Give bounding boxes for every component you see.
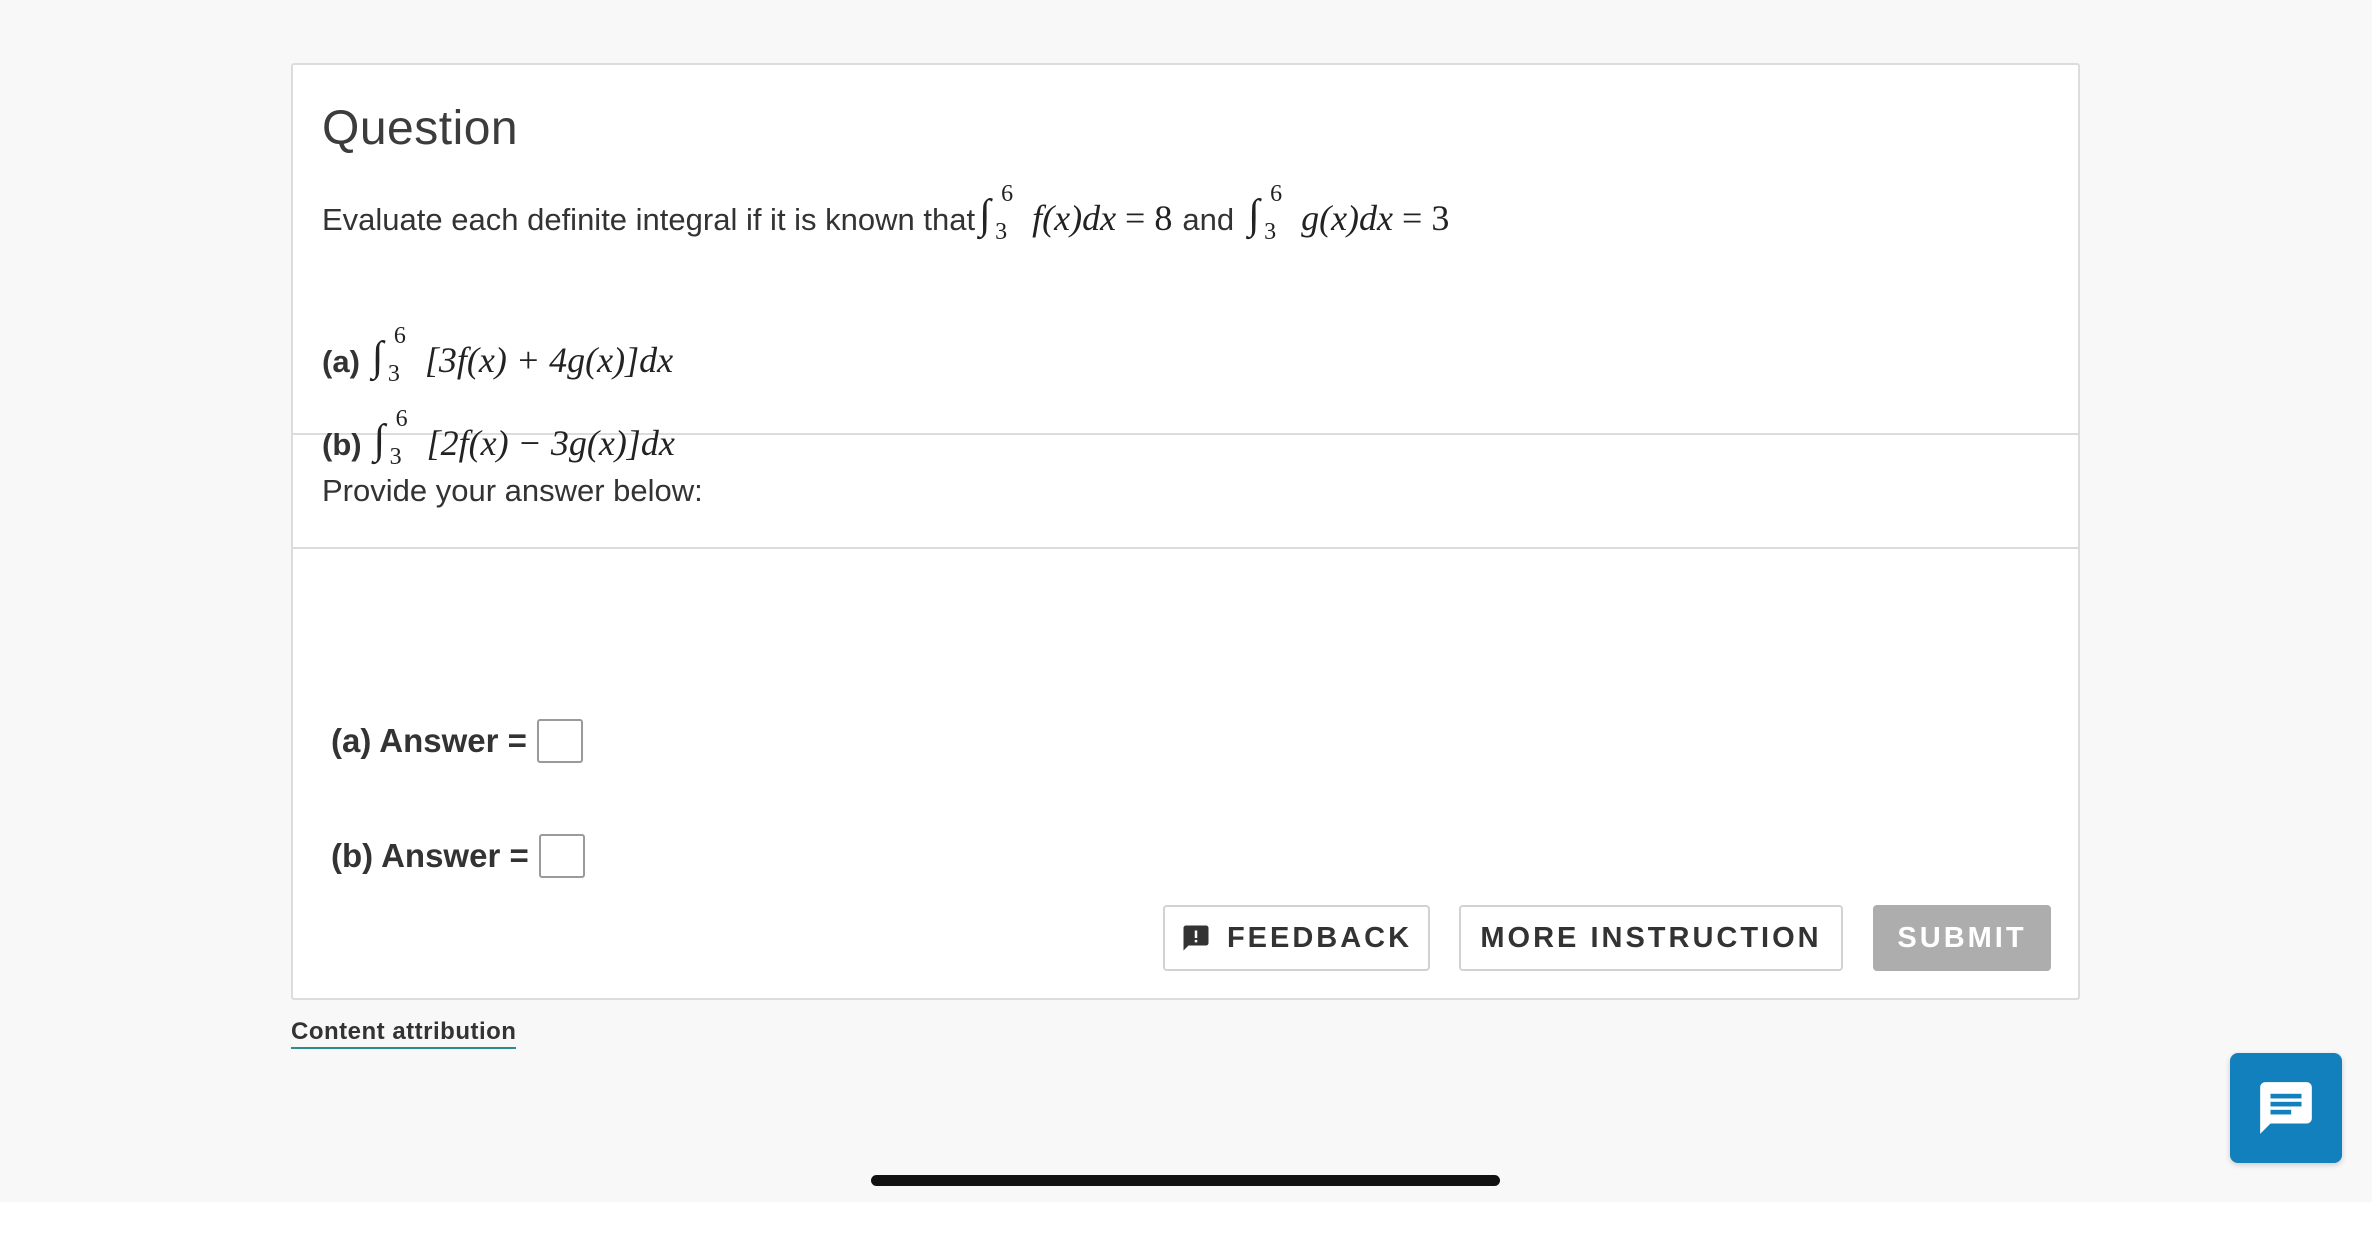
integrand: f(x)dx <box>1032 197 1117 238</box>
question-section: Question Evaluate each definite integral… <box>293 65 2078 470</box>
lower-limit: 3 <box>1264 219 1277 246</box>
integral-sign: ∫ 6 3 <box>371 323 406 388</box>
integrand: g(x)dx <box>1301 197 1394 238</box>
part-label: (a) <box>322 344 360 379</box>
prompt-text: Evaluate each definite integral if it is… <box>322 202 976 237</box>
connector-word: and <box>1182 202 1235 237</box>
upper-limit: 6 <box>1001 181 1014 208</box>
feedback-icon <box>1183 925 1209 951</box>
submit-button[interactable]: SUBMIT <box>1873 905 2051 971</box>
answer-b-label: (b) Answer = <box>331 837 529 874</box>
more-instruction-label: MORE INSTRUCTION <box>1480 921 1822 954</box>
integral-f-expression: ∫ 6 3 f(x)dx = 8 <box>975 181 1173 246</box>
upper-limit: 6 <box>395 406 408 433</box>
part-a-expression: ∫ 6 3 [3f(x) + 4g(x)]dx <box>368 323 674 388</box>
content-attribution-link[interactable]: Content attribution <box>291 1018 517 1049</box>
lower-limit: 3 <box>387 361 400 388</box>
upper-limit: 6 <box>393 323 406 350</box>
more-instruction-button[interactable]: MORE INSTRUCTION <box>1459 905 1843 971</box>
upper-limit: 6 <box>1270 181 1283 208</box>
feedback-button-label: FEEDBACK <box>1226 921 1413 954</box>
submit-label: SUBMIT <box>1897 921 2027 954</box>
integral-value: = 3 <box>1402 197 1450 238</box>
answer-row-b: (b) Answer = <box>331 831 585 881</box>
provide-answer-section: Provide your answer below: <box>293 435 2078 549</box>
page-background: Question Evaluate each definite integral… <box>0 0 2372 1202</box>
answer-a-label: (a) Answer = <box>331 722 527 759</box>
question-title: Question <box>322 102 519 155</box>
chat-bubble-icon <box>2260 1082 2312 1134</box>
feedback-button[interactable]: FEEDBACK <box>1163 905 1430 971</box>
home-indicator <box>871 1175 1500 1186</box>
question-prompt: Evaluate each definite integral if it is… <box>322 181 1450 255</box>
answer-a-input[interactable] <box>536 719 583 763</box>
provide-answer-text: Provide your answer below: <box>322 473 703 508</box>
integrand: [3f(x) + 4g(x)]dx <box>424 339 674 380</box>
integral-sign: ∫ 6 3 <box>1248 181 1283 246</box>
lower-limit: 3 <box>995 219 1008 246</box>
chat-button[interactable] <box>2230 1053 2342 1163</box>
answer-row-a: (a) Answer = <box>331 716 583 766</box>
integral-sign: ∫ 6 3 <box>979 181 1014 246</box>
integral-value: = 8 <box>1125 197 1173 238</box>
integral-g-expression: ∫ 6 3 g(x)dx = 3 <box>1244 181 1450 246</box>
part-a: (a) ∫ 6 3 [3f(x) + 4g(x)]dx <box>322 323 674 397</box>
answer-b-input[interactable] <box>538 834 585 878</box>
question-card: Question Evaluate each definite integral… <box>291 63 2080 1000</box>
